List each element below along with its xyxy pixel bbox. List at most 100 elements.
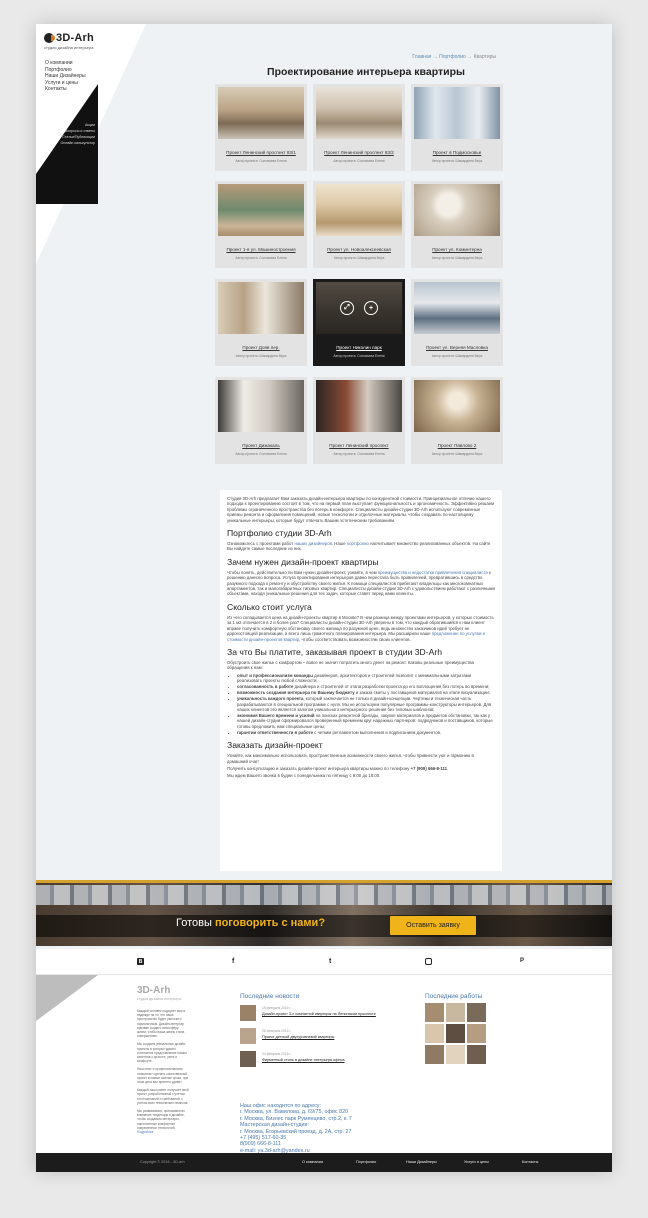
work-thumbnail[interactable] — [467, 1003, 486, 1022]
project-image[interactable] — [316, 184, 402, 236]
work-thumbnail[interactable] — [446, 1045, 465, 1064]
footer-menu-portfolio[interactable]: Портфолио — [356, 1160, 376, 1164]
project-name[interactable]: Проект Дижакаль — [215, 443, 307, 448]
list-item: гарантии ответственности в работе с четк… — [237, 730, 495, 735]
project-card[interactable]: Проект ул. Новоалексеевская Автор проект… — [313, 181, 405, 268]
cta-banner: Готовы поговорить с нами? Оставить заявк… — [36, 880, 612, 946]
read-more-link[interactable]: Подробнее — [137, 1130, 154, 1134]
work-thumbnail[interactable] — [446, 1003, 465, 1022]
sidebar: 3D-Arh студия дизайна интерьера О компан… — [36, 24, 146, 264]
project-card[interactable]: Проект 1-я ул. Машиностроения Автор прое… — [215, 181, 307, 268]
works-heading: Последние работы — [425, 993, 483, 1000]
expand-icon[interactable]: ⤢ — [340, 301, 354, 315]
project-image[interactable]: ⤢ + — [316, 282, 402, 334]
project-card[interactable]: Проект ул. Верняя Масловка Автор проекта… — [411, 279, 503, 366]
project-name[interactable]: Проект Ленинский проспект — [313, 443, 405, 448]
news-date: 04 февраля 2016 г. — [262, 1052, 292, 1056]
news-thumbnail[interactable] — [240, 1051, 256, 1067]
news-thumbnail[interactable] — [240, 1028, 256, 1044]
work-thumbnail[interactable] — [446, 1024, 465, 1043]
news-title[interactable]: Фирменный стиль в дизайне интерьера офис… — [262, 1058, 344, 1062]
project-image[interactable] — [316, 380, 402, 432]
list-item: уникальность каждого проекта, который за… — [237, 696, 495, 712]
project-card[interactable]: Проект Ленинский проспект Автор проекта:… — [313, 377, 405, 464]
office-info: Наш офис находится по адресу: г. Москва,… — [240, 1103, 353, 1154]
request-button[interactable]: Оставить заявку — [390, 916, 476, 935]
news-item[interactable]: 19 февраля 2016 г. Дизайн-проект 3-х ком… — [240, 1005, 410, 1025]
project-card[interactable]: Проект Ленинский проспект 83/1 Автор про… — [215, 84, 307, 171]
project-author: Автор проекта: Шамардина Вера — [431, 452, 483, 456]
project-image[interactable] — [218, 380, 304, 432]
project-name[interactable]: Проект ул. Коминтерна — [411, 247, 503, 252]
breadcrumb-home[interactable]: Главная — [412, 54, 431, 60]
portfolio-link[interactable]: портфолио — [347, 541, 369, 546]
footer: 3D-Arh студия дизайна интерьера Каждый ч… — [36, 975, 612, 1154]
project-card[interactable]: Проект Дояв пер. Автор проекта: Шамардин… — [215, 279, 307, 366]
work-thumbnail[interactable] — [425, 1045, 444, 1064]
news-thumbnail[interactable] — [240, 1005, 256, 1021]
work-thumbnail[interactable] — [467, 1024, 486, 1043]
project-image[interactable] — [218, 87, 304, 139]
project-author: Автор проекта: Соловьева Елена — [235, 452, 287, 456]
news-date: 08 февраля 2016 г. — [262, 1029, 292, 1033]
news-item[interactable]: 08 февраля 2016 г. Проект детской двухур… — [240, 1028, 410, 1048]
project-name[interactable]: Проект Павлово 2 — [411, 443, 503, 448]
footer-logo[interactable]: 3D-Arh — [137, 985, 170, 996]
logo-text: 3D-Arh — [56, 32, 94, 44]
project-name[interactable]: Проект ул. Новоалексеевская — [313, 247, 405, 252]
list-item: экономия Вашего времени и усилий на поис… — [237, 713, 495, 729]
logo[interactable]: 3D-Arh — [44, 32, 94, 44]
project-image[interactable] — [414, 184, 500, 236]
project-card[interactable]: Проект ул. Коминтерна Автор проекта: Шам… — [411, 181, 503, 268]
work-thumbnail[interactable] — [425, 1003, 444, 1022]
instagram-icon[interactable] — [425, 958, 432, 965]
vk-icon[interactable]: В — [137, 958, 144, 965]
footer-menu-services[interactable]: Услуги и цены — [464, 1160, 489, 1164]
news-date: 19 февраля 2016 г. — [262, 1006, 292, 1010]
project-image[interactable] — [316, 87, 402, 139]
article-paragraph: Узнайте, как максимально использовать пр… — [227, 753, 474, 764]
project-image[interactable] — [218, 282, 304, 334]
menu-item-calculator[interactable]: Онлайн калькулятор — [50, 140, 95, 146]
footer-menu-about[interactable]: О компании — [302, 1160, 323, 1164]
project-card[interactable]: Проект Дижакаль Автор проекта: Соловьева… — [215, 377, 307, 464]
facebook-icon[interactable]: f — [232, 958, 234, 965]
project-image[interactable] — [218, 184, 304, 236]
project-image[interactable] — [414, 282, 500, 334]
menu-item-contacts[interactable]: Контакты — [45, 86, 86, 93]
advantages-link[interactable]: преимущества и недостатки привлечения сп… — [378, 570, 488, 575]
project-author: Автор проекта: Соловьева Елена — [235, 159, 287, 163]
project-name[interactable]: Проект ул. Верняя Масловка — [411, 345, 503, 350]
pinterest-icon[interactable]: P — [520, 958, 524, 964]
project-name[interactable]: Проект Ленинский проспект 83/1 — [215, 150, 307, 155]
project-name[interactable]: Проект 1-я ул. Машиностроения — [215, 247, 307, 252]
project-card[interactable]: Проект Павлово 2 Автор проекта: Шамардин… — [411, 377, 503, 464]
phone-number[interactable]: +7 (909) 666-8-111 — [411, 766, 447, 771]
news-title[interactable]: Проект детской двухуровневой квартиры — [262, 1035, 334, 1039]
news-title[interactable]: Дизайн-проект 3-х комнатной квартиры на … — [262, 1012, 376, 1016]
menu-item-designers[interactable]: Наши Дизайнеры — [45, 73, 86, 80]
news-item[interactable]: 04 февраля 2016 г. Фирменный стиль в диз… — [240, 1051, 410, 1071]
article-heading: Заказать дизайн-проект — [227, 740, 323, 751]
project-card-active[interactable]: ⤢ + Проект Николин парк Автор проекта: С… — [313, 279, 405, 366]
work-thumbnail[interactable] — [425, 1024, 444, 1043]
banner-text: Готовы поговорить с нами? — [176, 917, 326, 929]
article-heading: Зачем нужен дизайн-проект квартиры — [227, 556, 379, 567]
plus-icon[interactable]: + — [364, 301, 378, 315]
footer-menu-contacts[interactable]: Контакты — [522, 1160, 538, 1164]
twitter-icon[interactable]: t — [329, 958, 331, 965]
project-image[interactable] — [414, 87, 500, 139]
breadcrumb-portfolio[interactable]: Портфолио — [439, 54, 466, 60]
project-card[interactable]: Проект Ленинский проспект 83/2 Автор про… — [313, 84, 405, 171]
footer-menu-designers[interactable]: Наши Дизайнеры — [406, 1160, 437, 1164]
designers-link[interactable]: наших дизайнеров — [294, 541, 331, 546]
project-image[interactable] — [414, 380, 500, 432]
work-thumbnail[interactable] — [467, 1045, 486, 1064]
project-name[interactable]: Проект Дояв пер. — [215, 345, 307, 350]
project-name[interactable]: Проект Ленинский проспект 83/2 — [313, 150, 405, 155]
project-name[interactable]: Проект в Подмосковье — [411, 150, 503, 155]
page-title: Проектирование интерьера квартиры — [267, 66, 465, 78]
project-name[interactable]: Проект Николин парк — [313, 345, 405, 350]
image-overlay: ⤢ + — [316, 282, 402, 334]
project-card[interactable]: Проект в Подмосковье Автор проекта: Шама… — [411, 84, 503, 171]
